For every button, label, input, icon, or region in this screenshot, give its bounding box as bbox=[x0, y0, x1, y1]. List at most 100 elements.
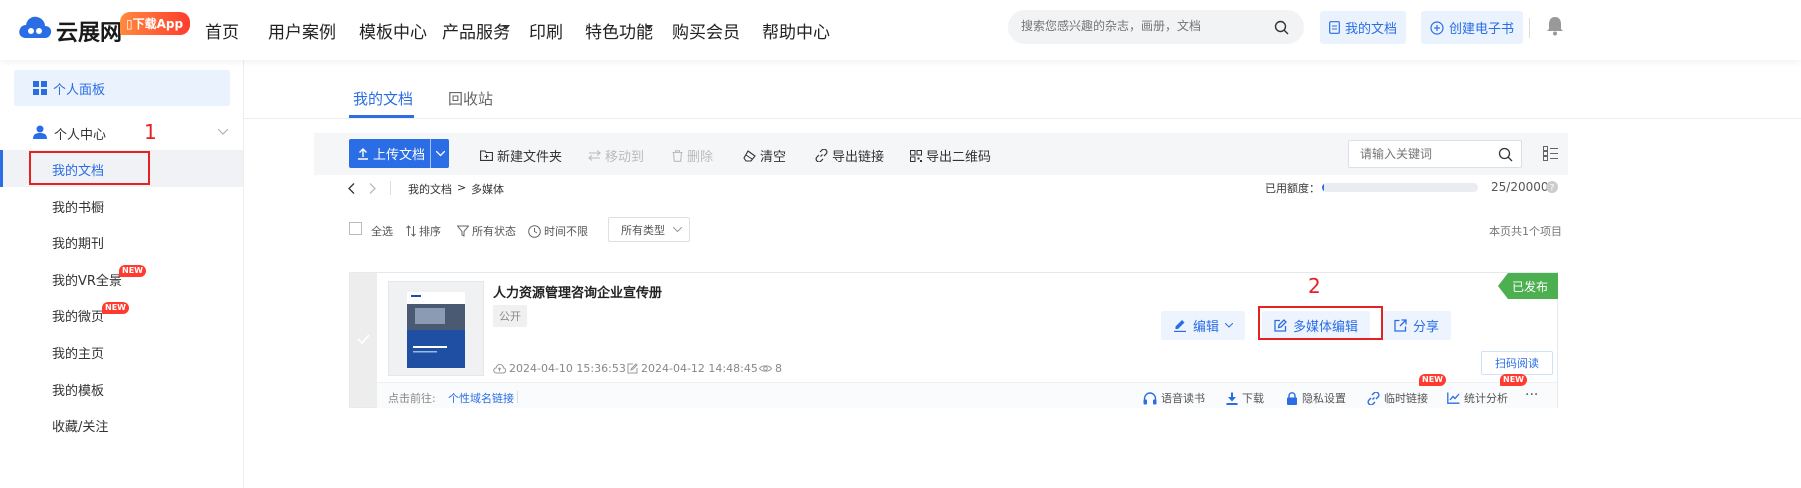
toolbar: 上传文档 新建文件夹 移动到 删除 清空 导出链接 导出二维码 bbox=[314, 133, 1568, 175]
trash-icon bbox=[672, 149, 683, 162]
top-header: 云展网 ▯下载App 首页 用户案例 模板中心 产品服务 印刷 特色功能 购买会… bbox=[0, 0, 1801, 60]
delete-button[interactable]: 删除 bbox=[672, 146, 713, 165]
clear-button[interactable]: 清空 bbox=[743, 146, 786, 165]
move-to-button[interactable]: 移动到 bbox=[588, 146, 644, 165]
sidebar-item-favorites[interactable]: 收藏/关注 bbox=[52, 416, 108, 435]
dashboard-icon bbox=[33, 81, 47, 95]
card-select-strip[interactable] bbox=[350, 273, 377, 407]
sidebar-item-micro-page[interactable]: 我的微页 bbox=[52, 306, 104, 325]
cloud-logo-icon[interactable] bbox=[17, 14, 53, 40]
voice-read-button[interactable]: 语音读书 bbox=[1143, 390, 1205, 406]
lock-icon bbox=[1286, 391, 1298, 405]
nav-help[interactable]: 帮助中心 bbox=[762, 18, 830, 43]
sidebar-personal-center[interactable]: 个人中心 bbox=[54, 124, 106, 143]
new-badge: NEW bbox=[1500, 374, 1527, 386]
create-ebook-button[interactable]: 创建电子书 bbox=[1421, 11, 1524, 44]
nav-templates[interactable]: 模板中心 bbox=[359, 18, 427, 43]
search-icon[interactable] bbox=[1274, 20, 1289, 35]
list-view-icon[interactable] bbox=[1543, 146, 1558, 161]
nav-print[interactable]: 印刷 bbox=[529, 18, 563, 43]
nav-cases[interactable]: 用户案例 bbox=[268, 18, 336, 43]
svg-text:?: ? bbox=[1550, 184, 1555, 194]
download-label: 下载 bbox=[1242, 392, 1264, 405]
upload-main[interactable]: 上传文档 bbox=[349, 139, 430, 168]
tab-recycle-bin[interactable]: 回收站 bbox=[448, 88, 493, 109]
view-count: 8 bbox=[759, 362, 782, 375]
sidebar-item-bookshelf[interactable]: 我的书橱 bbox=[52, 197, 104, 216]
type-select[interactable]: 所有类型 bbox=[608, 217, 690, 242]
sort-filter[interactable]: 排序 bbox=[406, 223, 441, 239]
nav-products[interactable]: 产品服务 bbox=[442, 18, 510, 43]
privacy-settings-button[interactable]: 隐私设置 bbox=[1286, 390, 1346, 406]
status-label: 所有状态 bbox=[472, 225, 516, 238]
share-button[interactable]: 分享 bbox=[1382, 311, 1452, 340]
more-options-button[interactable]: ··· bbox=[1525, 387, 1538, 403]
modified-time-value: 2024-04-12 14:48:45 bbox=[641, 362, 758, 375]
scan-read-button[interactable]: 扫码阅读 bbox=[1481, 351, 1553, 375]
chevron-down-icon[interactable] bbox=[218, 129, 228, 135]
link-icon bbox=[1367, 391, 1380, 405]
sidebar-item-homepage[interactable]: 我的主页 bbox=[52, 343, 104, 362]
export-qrcode-button[interactable]: 导出二维码 bbox=[910, 146, 991, 165]
export-link-button[interactable]: 导出链接 bbox=[815, 146, 884, 165]
document-thumbnail[interactable] bbox=[388, 281, 484, 376]
new-folder-button[interactable]: 新建文件夹 bbox=[480, 146, 562, 165]
search-input[interactable] bbox=[1021, 19, 1251, 33]
qrcode-icon bbox=[910, 149, 922, 162]
temp-link-label: 临时链接 bbox=[1384, 392, 1428, 405]
sidebar-item-journals[interactable]: 我的期刊 bbox=[52, 233, 104, 252]
document-card: 人力资源管理咨询企业宣传册 公开 2024-04-10 15:36:53 202… bbox=[349, 272, 1558, 408]
annotation-number-2: 2 bbox=[1308, 274, 1321, 298]
download-icon bbox=[1226, 392, 1238, 405]
view-count-value: 8 bbox=[775, 362, 782, 375]
sidebar-item-templates[interactable]: 我的模板 bbox=[52, 380, 104, 399]
sidebar: 个人面板 个人中心 我的文档 我的书橱 我的期刊 我的VR全景 NEW 我的微页… bbox=[0, 60, 244, 488]
delete-label: 删除 bbox=[687, 150, 714, 165]
download-app-badge[interactable]: ▯下载App bbox=[120, 12, 191, 35]
nav-membership[interactable]: 购买会员 bbox=[672, 18, 740, 43]
temp-link-button[interactable]: 临时链接 bbox=[1367, 390, 1428, 406]
status-filter[interactable]: 所有状态 bbox=[457, 223, 516, 239]
nav-features[interactable]: 特色功能 bbox=[585, 18, 653, 43]
tab-my-docs[interactable]: 我的文档 bbox=[353, 88, 413, 109]
sort-icon bbox=[406, 225, 416, 237]
edit-icon bbox=[627, 363, 638, 374]
phone-icon: ▯ bbox=[126, 17, 133, 31]
nav-home[interactable]: 首页 bbox=[205, 18, 239, 43]
sidebar-item-vr[interactable]: 我的VR全景 bbox=[52, 270, 122, 289]
search-icon[interactable] bbox=[1498, 147, 1513, 162]
select-all-checkbox[interactable] bbox=[349, 222, 362, 235]
share-label: 分享 bbox=[1413, 320, 1440, 335]
visibility-tag: 公开 bbox=[493, 305, 527, 327]
upload-button[interactable]: 上传文档 bbox=[349, 139, 449, 168]
document-title[interactable]: 人力资源管理咨询企业宣传册 bbox=[493, 282, 662, 301]
forward-arrow-icon[interactable] bbox=[369, 183, 376, 194]
created-time-value: 2024-04-10 15:36:53 bbox=[509, 362, 626, 375]
download-button[interactable]: 下载 bbox=[1226, 390, 1264, 406]
bell-icon[interactable] bbox=[1546, 16, 1564, 36]
check-icon bbox=[357, 334, 370, 344]
statistics-label: 统计分析 bbox=[1464, 392, 1508, 405]
back-arrow-icon[interactable] bbox=[348, 183, 355, 194]
statistics-button[interactable]: 统计分析 bbox=[1447, 390, 1508, 406]
breadcrumb-current: 多媒体 bbox=[471, 183, 504, 196]
breadcrumb-root[interactable]: 我的文档 bbox=[408, 181, 452, 197]
keyword-input[interactable] bbox=[1360, 147, 1490, 161]
upload-dropdown-toggle[interactable] bbox=[431, 139, 449, 168]
custom-domain-link[interactable]: 个性域名链接 bbox=[448, 390, 514, 406]
chevron-down-icon bbox=[435, 150, 445, 157]
sidebar-item-panel[interactable]: 个人面板 bbox=[14, 70, 230, 106]
select-all-label[interactable]: 全选 bbox=[371, 223, 393, 239]
help-circle-icon[interactable]: ? bbox=[1546, 181, 1558, 193]
caret-down-icon bbox=[645, 25, 653, 31]
caret-down-icon bbox=[502, 25, 510, 31]
quota-label: 已用额度： bbox=[1265, 182, 1320, 195]
sidebar-panel-label: 个人面板 bbox=[53, 82, 106, 98]
edit-button[interactable]: 编辑 bbox=[1161, 311, 1246, 340]
search-box bbox=[1008, 10, 1304, 44]
brochure-cover-image bbox=[407, 292, 465, 368]
logo-text[interactable]: 云展网 bbox=[56, 15, 122, 47]
time-filter[interactable]: 时间不限 bbox=[528, 223, 588, 239]
my-docs-button[interactable]: 我的文档 bbox=[1320, 11, 1407, 44]
quota-value: 25/20000 bbox=[1491, 180, 1549, 194]
